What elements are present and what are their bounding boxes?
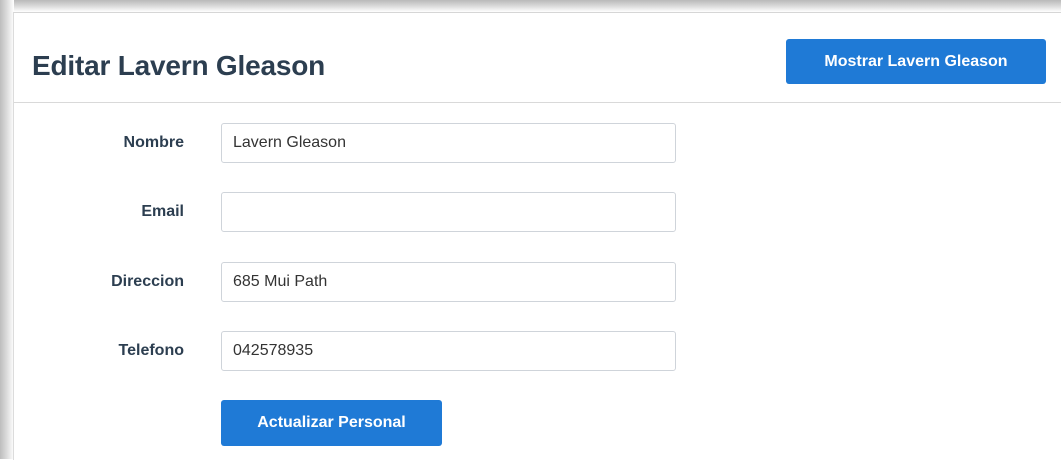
window-shadow-left	[0, 0, 14, 459]
nombre-label: Nombre	[123, 134, 184, 151]
telefono-label: Telefono	[118, 342, 184, 359]
direccion-input[interactable]	[221, 262, 676, 302]
telefono-input[interactable]	[221, 331, 676, 371]
email-label: Email	[141, 203, 184, 220]
page-title: Editar Lavern Gleason	[32, 50, 326, 81]
form-row-telefono: Telefono	[14, 331, 1061, 373]
show-record-button[interactable]: Mostrar Lavern Gleason	[786, 39, 1046, 84]
card-header: Editar Lavern Gleason Mostrar Lavern Gle…	[14, 13, 1061, 103]
direccion-label: Direccion	[111, 273, 184, 290]
form-row-nombre: Nombre	[14, 123, 1061, 165]
edit-card: Editar Lavern Gleason Mostrar Lavern Gle…	[13, 12, 1061, 460]
form-row-direccion: Direccion	[14, 262, 1061, 304]
nombre-input[interactable]	[221, 123, 676, 163]
email-input[interactable]	[221, 192, 676, 232]
update-personal-button[interactable]: Actualizar Personal	[221, 400, 442, 446]
form-row-email: Email	[14, 192, 1061, 234]
